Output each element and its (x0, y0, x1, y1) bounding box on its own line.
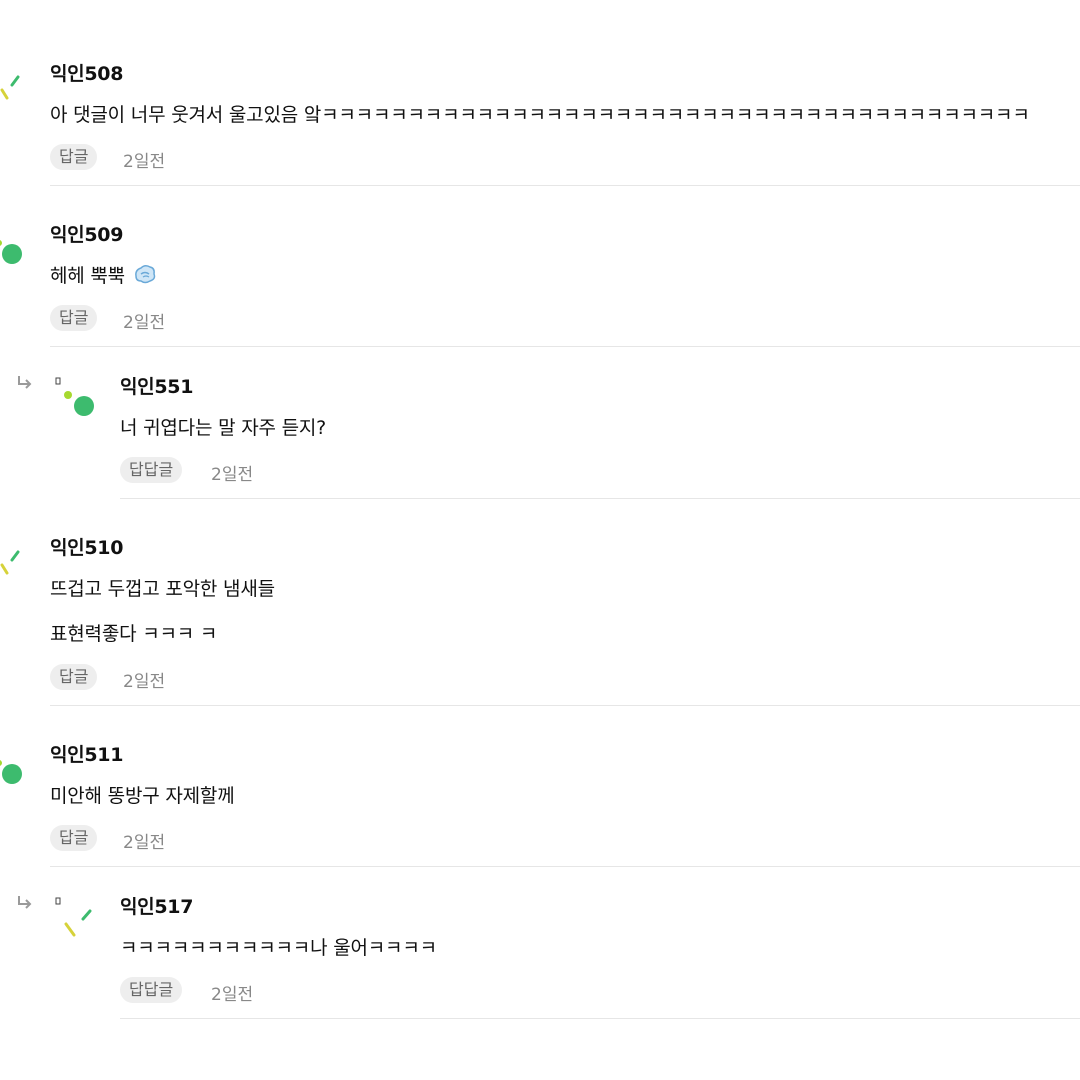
divider (50, 185, 1080, 186)
timestamp: 2일전 (123, 152, 166, 172)
dash-emoji-icon (134, 264, 156, 284)
comment-text: 아 댓글이 너무 웃겨서 울고있음 앜ㅋㅋㅋㅋㅋㅋㅋㅋㅋㅋㅋㅋㅋㅋㅋㅋㅋㅋㅋㅋㅋ… (50, 104, 1030, 126)
comment-text: 헤헤 뿍뿍 (50, 261, 157, 288)
comment-author: 익인551 (120, 376, 194, 398)
comment-text: 너 귀엽다는 말 자주 듣지? (120, 417, 327, 439)
avatar (0, 550, 20, 575)
comment-text: 뜨겁고 두껍고 포악한 냄새들 (50, 578, 275, 600)
avatar (0, 240, 22, 264)
comment-text-line: 헤헤 뿍뿍 (50, 265, 125, 287)
divider (50, 346, 1080, 347)
timestamp: 2일전 (123, 672, 166, 692)
comment-text: 표현력좋다 ㅋㅋㅋ ㅋ (50, 623, 218, 645)
timestamp: 2일전 (123, 313, 166, 333)
comment-author: 익인509 (50, 224, 124, 246)
reply-button[interactable]: 답글 (50, 664, 98, 690)
comment-text: 미안해 똥방구 자제할께 (50, 785, 235, 807)
reply-button[interactable]: 답답글 (120, 977, 183, 1003)
reply-button[interactable]: 답글 (50, 305, 98, 331)
comment-author: 익인517 (120, 896, 194, 918)
divider (120, 498, 1080, 499)
avatar (55, 377, 94, 416)
reply-arrow-icon (18, 896, 32, 909)
avatar (0, 75, 20, 100)
comment-author: 익인510 (50, 537, 124, 559)
reply-arrow-icon (18, 376, 32, 389)
divider (50, 866, 1080, 867)
divider (120, 1018, 1080, 1019)
avatar (0, 760, 22, 784)
comment-author: 익인511 (50, 744, 124, 766)
timestamp: 2일전 (211, 985, 254, 1005)
comment-text: ㅋㅋㅋㅋㅋㅋㅋㅋㅋㅋㅋ나 울어ㅋㅋㅋㅋ (120, 937, 437, 959)
timestamp: 2일전 (123, 833, 166, 853)
avatar (55, 897, 92, 937)
divider (50, 705, 1080, 706)
comment-author: 익인508 (50, 63, 124, 85)
reply-button[interactable]: 답답글 (120, 457, 183, 483)
reply-button[interactable]: 답글 (50, 144, 98, 170)
timestamp: 2일전 (211, 465, 254, 485)
reply-button[interactable]: 답글 (50, 825, 98, 851)
